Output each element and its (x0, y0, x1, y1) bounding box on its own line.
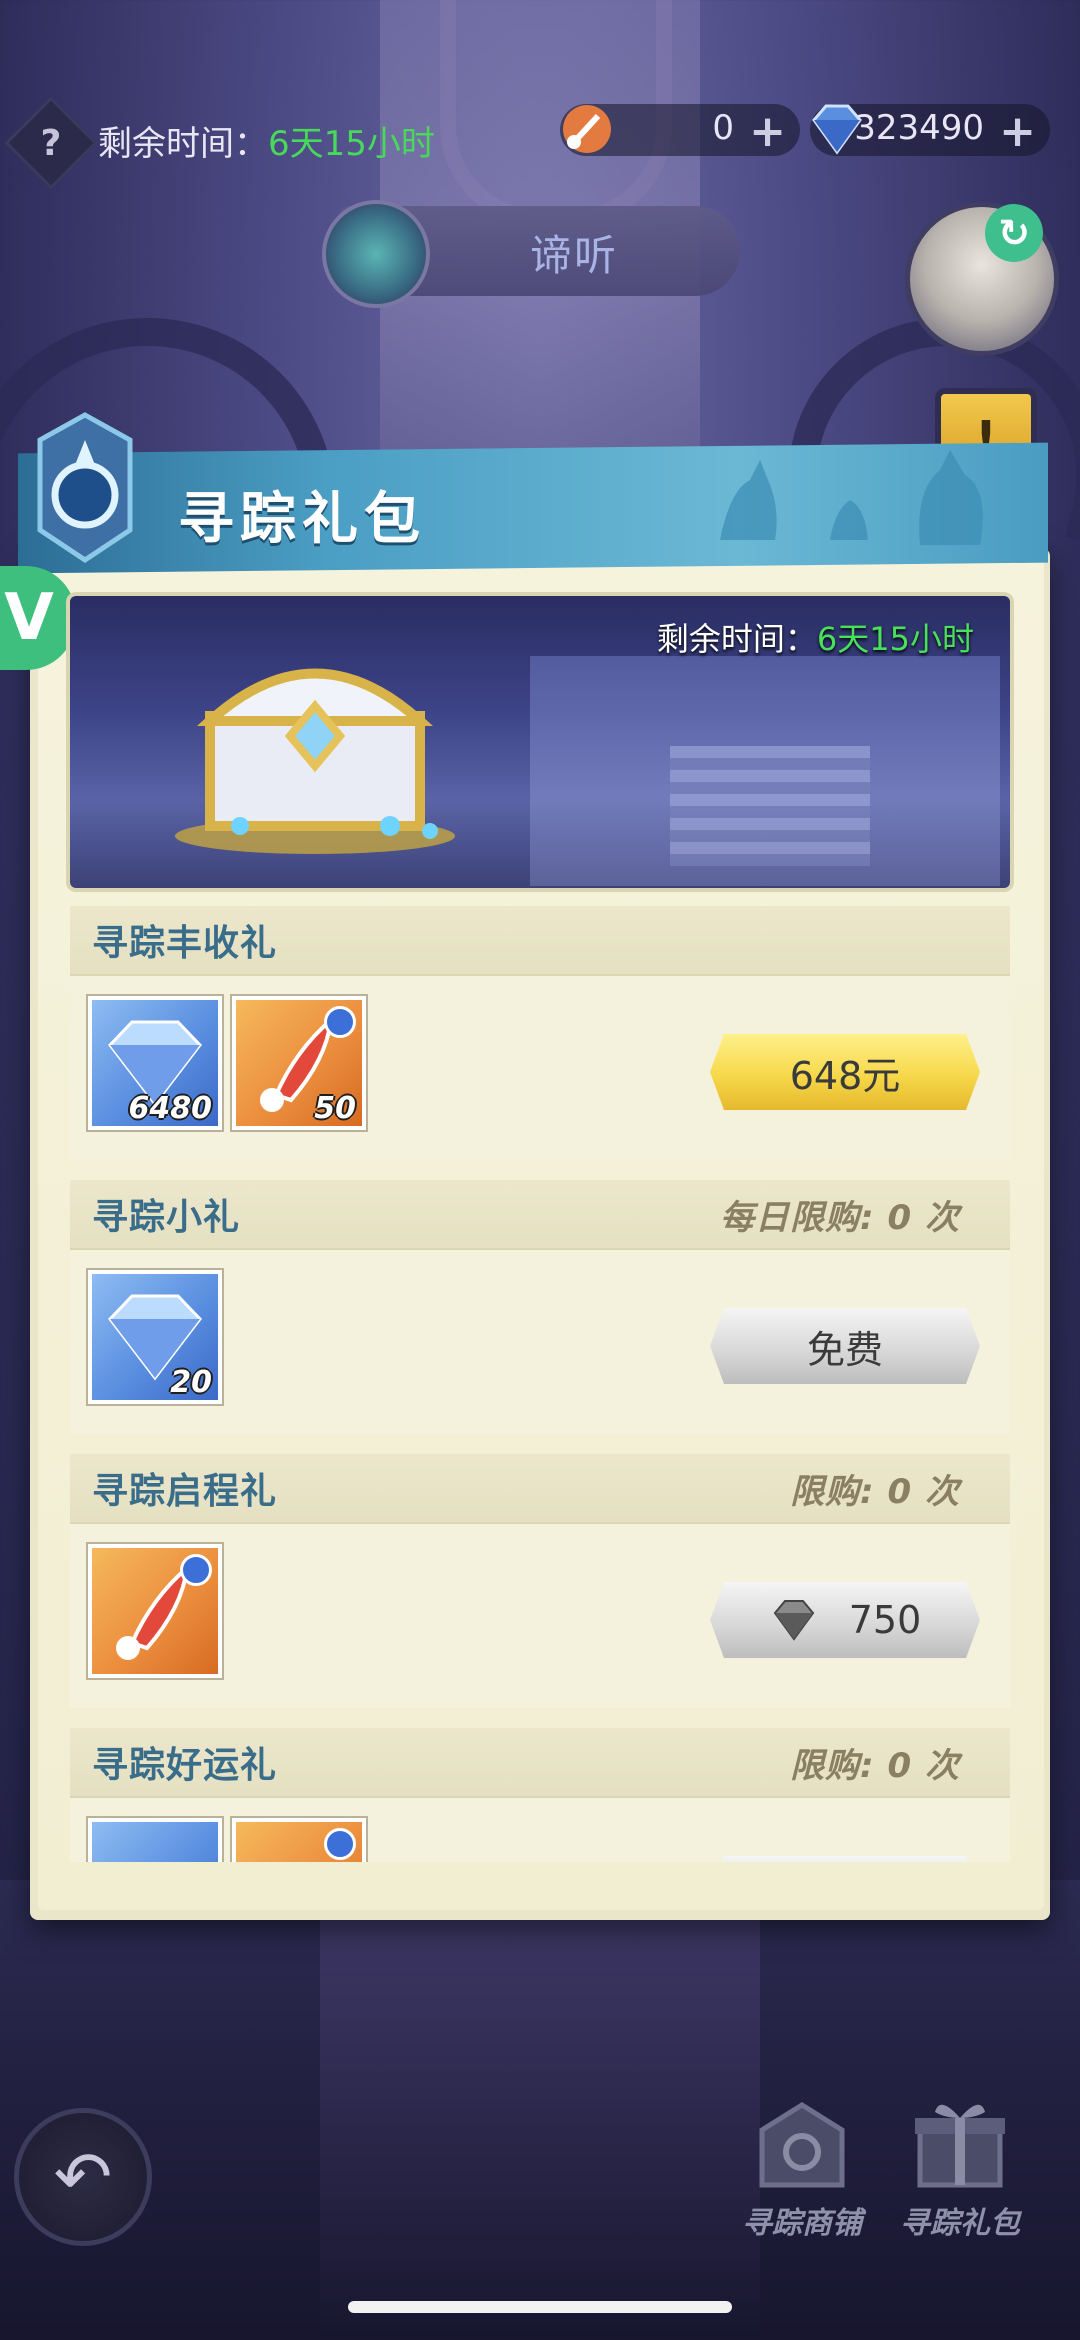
diamond-resource: 323490 + (810, 104, 1050, 157)
pack-button[interactable] (710, 1856, 980, 1862)
clock-icon (324, 1828, 356, 1860)
nav-gift[interactable]: 寻踪礼包 (890, 2090, 1030, 2242)
timer-value: 6天15小时 (268, 124, 435, 164)
button-label: 免费 (806, 1327, 883, 1372)
nav-shop[interactable]: 寻踪商铺 (732, 2090, 872, 2242)
nav-gift-label: 寻踪礼包 (900, 2206, 1020, 2241)
pack-name: 寻踪小礼 (92, 1197, 241, 1238)
pack-card: 寻踪好运礼 限购: 0 次 (70, 1728, 1010, 1862)
pack-card: 寻踪小礼 每日限购: 0 次 20 免费 (70, 1180, 1010, 1434)
clock-icon (180, 1554, 212, 1586)
feather-count: 0 (712, 108, 734, 148)
home-indicator[interactable] (348, 2301, 732, 2313)
pack-card: 寻踪启程礼 限购: 0 次 750 (70, 1454, 1010, 1708)
feather-item[interactable] (88, 1544, 222, 1678)
pack-name: 寻踪启程礼 (92, 1471, 278, 1512)
hero-timer-label: 剩余时间： (656, 620, 817, 658)
add-diamond-button[interactable]: + (999, 106, 1036, 157)
creature-silhouettes-icon (720, 450, 983, 545)
pack-list[interactable]: 寻踪丰收礼 6480 50 648元 寻踪小礼 每日限购: 0 次 20 免费 … (70, 906, 1010, 1862)
pack-items (88, 1544, 222, 1678)
pack-items: 20 (88, 1270, 222, 1404)
back-arrow-icon: ↶ (53, 2136, 113, 2218)
pack-limit: 限购: 0 次 (790, 1471, 960, 1512)
feather-item[interactable]: 50 (232, 996, 366, 1130)
buy-750-button[interactable]: 750 (710, 1582, 980, 1658)
pack-card: 寻踪丰收礼 6480 50 648元 (70, 906, 1010, 1160)
pack-items: 6480 50 (88, 996, 366, 1130)
item-quantity: 6480 (128, 1091, 213, 1126)
hero-timer: 剩余时间：6天15小时 (657, 614, 974, 660)
treasure-chest-icon (175, 668, 455, 854)
hero-timer-value: 6天15小时 (816, 620, 974, 658)
gray-diamond-icon (773, 1600, 815, 1641)
help-button[interactable]: ? (4, 96, 98, 190)
emblem-icon (37, 412, 133, 564)
button-label: 648元 (789, 1053, 901, 1098)
diamond-item[interactable]: 6480 (88, 996, 222, 1130)
hexagram-icon (322, 200, 430, 308)
diamond-item[interactable] (88, 1818, 222, 1862)
pack-header: 寻踪好运礼 限购: 0 次 (70, 1728, 1010, 1798)
claim-free-button[interactable]: 免费 (710, 1308, 980, 1384)
pack-header: 寻踪小礼 每日限购: 0 次 (70, 1180, 1010, 1250)
item-quantity: 50 (314, 1091, 356, 1126)
nav-shop-label: 寻踪商铺 (742, 2206, 862, 2241)
refresh-icon[interactable]: ↻ (985, 204, 1043, 262)
timer-label: 剩余时间： (98, 124, 268, 164)
listen-label: 谛听 (530, 231, 619, 280)
feather-item-icon (563, 105, 611, 153)
button-label: 750 (848, 1598, 922, 1642)
feather-item[interactable] (232, 1818, 366, 1862)
pack-header: 寻踪启程礼 限购: 0 次 (70, 1454, 1010, 1524)
panel-title: 寻踪礼包 (178, 487, 426, 552)
pack-name: 寻踪好运礼 (92, 1745, 278, 1786)
stairs-background (670, 746, 870, 866)
add-feather-button[interactable]: + (749, 106, 786, 157)
diamond-item[interactable]: 20 (88, 1270, 222, 1404)
hero-banner: 剩余时间：6天15小时 (70, 596, 1010, 888)
pack-items (88, 1818, 366, 1862)
pack-limit: 每日限购: 0 次 (720, 1197, 960, 1238)
event-timer: 剩余时间：6天15小时 (98, 116, 435, 165)
question-icon: ? (40, 122, 62, 164)
feather-resource: 0 + (560, 104, 800, 157)
shop-chest-icon (759, 2102, 845, 2188)
pack-name: 寻踪丰收礼 (92, 923, 278, 964)
item-quantity: 20 (170, 1365, 212, 1400)
gift-box-icon (915, 2104, 1005, 2188)
diamond-count: 323490 (854, 108, 984, 148)
buy-648-button[interactable]: 648元 (710, 1034, 980, 1110)
back-button[interactable]: ↶ (14, 2108, 152, 2246)
pack-header: 寻踪丰收礼 (70, 906, 1010, 976)
pack-limit: 限购: 0 次 (790, 1745, 960, 1786)
clock-icon (324, 1006, 356, 1038)
